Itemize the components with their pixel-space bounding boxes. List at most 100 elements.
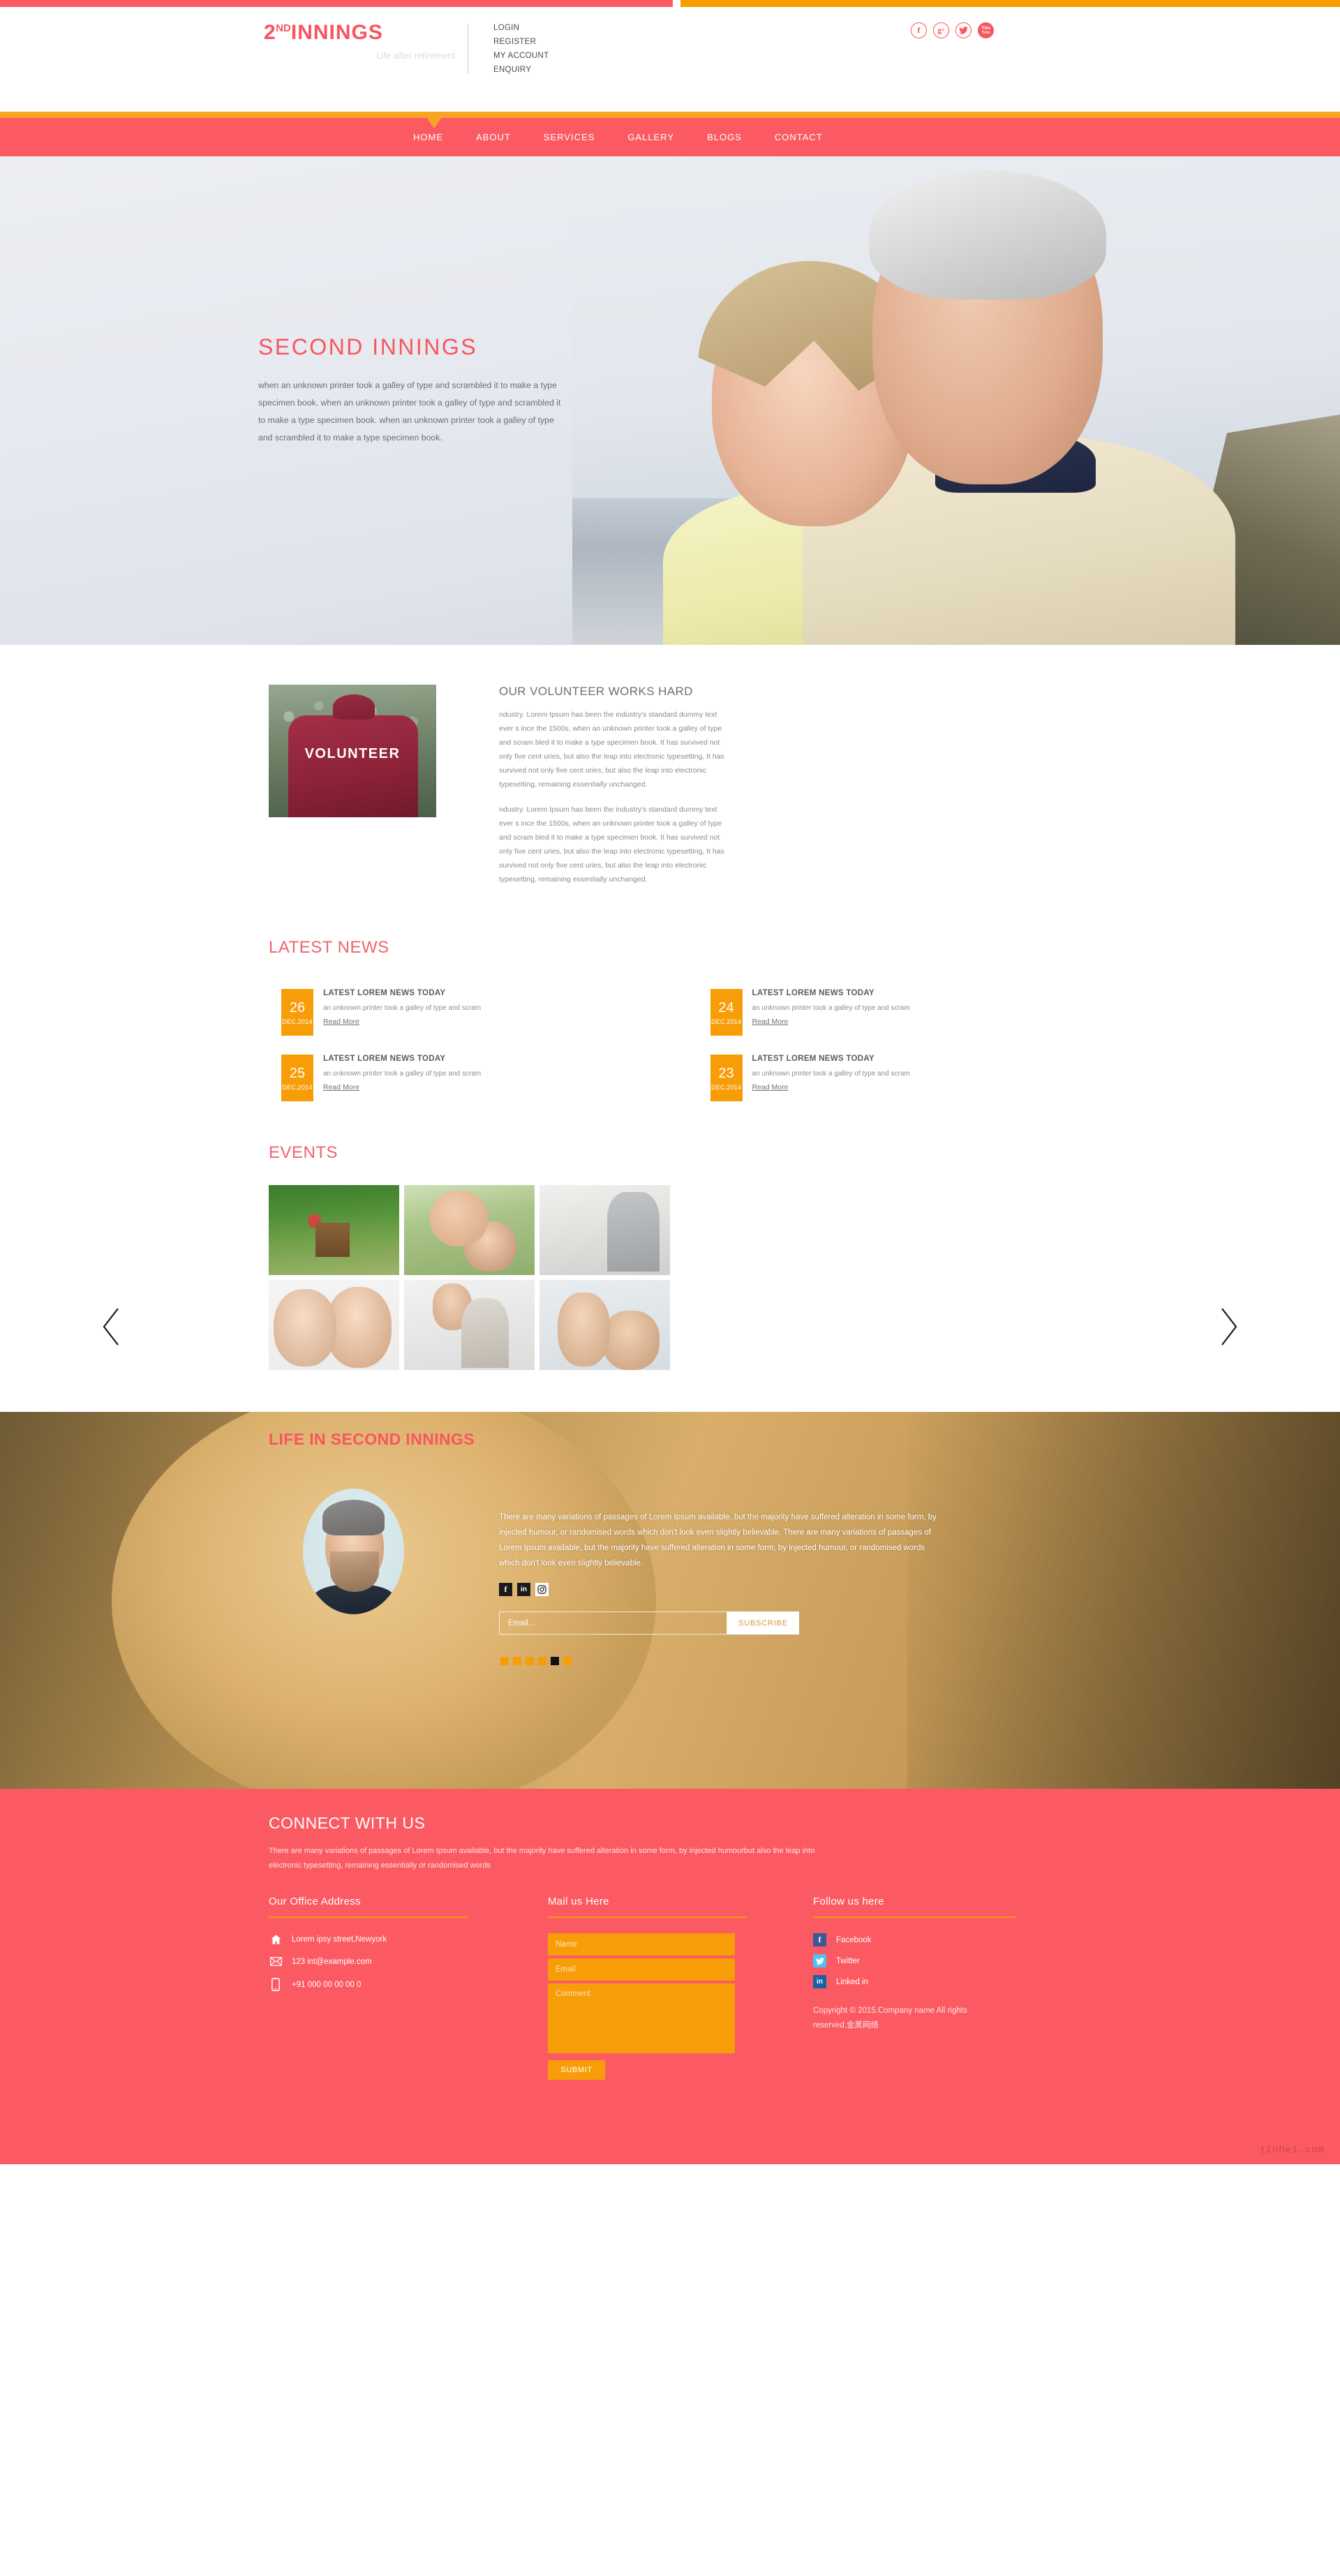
nav-label-contact[interactable]: CONTACT [775,132,823,142]
contact-form: SUBMIT [548,1933,813,2080]
footer-address-column: Our Office Address Lorem ipsy street,New… [269,1896,548,2080]
logo-word: INNINGS [290,21,383,44]
follow-link-twitter[interactable]: Twitter [813,1954,1043,1967]
volunteer-paragraph-2: ndustry. Lorem Ipsum has been the indust… [499,805,724,884]
nav-item-contact[interactable]: CONTACT [775,131,823,144]
footer-heading-underline [548,1916,747,1918]
news-title: LATEST LOREM NEWS TODAY [752,989,874,997]
news-day: 25 [289,1065,306,1081]
nav-item-about[interactable]: ABOUT [476,131,511,144]
nav-item-blogs[interactable]: BLOGS [707,131,742,144]
linkedin-icon[interactable]: in [517,1583,530,1596]
subscribe-email-input[interactable] [499,1611,727,1635]
events-next-arrow-icon[interactable] [1218,1307,1239,1346]
footer-intro-text: There are many variations of passages of… [269,1847,815,1870]
news-read-more-link[interactable]: Read More [323,1083,359,1092]
carousel-dot[interactable] [500,1657,509,1665]
submit-button[interactable]: SUBMIT [548,2060,605,2080]
phone-text: +91 000 00 00 00 0 [292,1980,362,1989]
nav-label-services[interactable]: SERVICES [544,132,595,142]
footer-title: CONNECT WITH US [269,1814,426,1832]
logo-numeral: 2 [264,21,276,44]
hero-banner: SECOND INNINGS when an unknown printer t… [0,156,1340,645]
nav-label-about[interactable]: ABOUT [476,132,511,142]
event-thumbnail[interactable] [539,1280,670,1370]
nav-top-accent-line [0,112,1340,118]
news-month: DEC,2014 [710,1083,742,1091]
news-read-more-link[interactable]: Read More [752,1083,789,1092]
testimonial-avatar [303,1489,404,1614]
footer-follow-column: Follow us here f Facebook Twitter in Lin… [813,1896,1043,2080]
event-thumbnail[interactable] [269,1280,399,1370]
nav-item-services[interactable]: SERVICES [544,131,595,144]
news-day: 26 [289,999,306,1015]
comment-textarea[interactable] [548,1983,735,2053]
site-watermark: jinhei.com [1258,2145,1325,2156]
account-link-enquiry[interactable]: ENQUIRY [493,65,549,75]
events-section: EVENTS [103,1143,1237,1370]
nav-label-home[interactable]: HOME [413,132,443,142]
address-line: 123 int@example.com [269,1957,548,1966]
event-thumbnail[interactable] [269,1185,399,1275]
news-excerpt: an unknown printer took a galley of type… [323,1004,482,1012]
news-day: 24 [718,999,734,1015]
news-item[interactable]: 25 DEC,2014 LATEST LOREM NEWS TODAY an u… [281,1055,653,1101]
carousel-dot[interactable] [563,1657,572,1665]
top-stripe-red [0,0,673,7]
news-excerpt: an unknown printer took a galley of type… [752,1070,910,1078]
follow-label-facebook: Facebook [836,1935,872,1944]
carousel-dot[interactable] [513,1657,521,1665]
main-navigation: HOME ABOUT SERVICES GALLERY BLOGS CONTAC… [0,117,1340,156]
site-logo[interactable]: 2NDINNINGS Life after retirement [258,22,468,61]
hero-paragraph: when an unknown printer took a galley of… [258,380,561,442]
carousel-dot-active[interactable] [551,1657,559,1665]
account-link-register[interactable]: REGISTER [493,37,549,47]
news-month: DEC,2014 [282,1018,313,1025]
news-date-badge: 24 DEC,2014 [710,989,743,1036]
news-excerpt: an unknown printer took a galley of type… [323,1070,482,1078]
volunteer-title: OUR VOLUNTEER WORKS HARD [499,685,693,698]
nav-item-gallery[interactable]: GALLERY [627,131,674,144]
news-item[interactable]: 26 DEC,2014 LATEST LOREM NEWS TODAY an u… [281,989,653,1036]
instagram-icon[interactable] [535,1583,549,1596]
footer-mail-heading: Mail us Here [548,1896,609,1907]
follow-label-twitter: Twitter [836,1956,860,1965]
home-icon [269,1934,283,1945]
news-read-more-link[interactable]: Read More [752,1018,789,1026]
nav-label-blogs[interactable]: BLOGS [707,132,742,142]
footer-heading-underline [813,1916,1015,1918]
news-item[interactable]: 23 DEC,2014 LATEST LOREM NEWS TODAY an u… [710,1055,1082,1101]
twitter-icon[interactable] [955,22,972,38]
subscribe-button[interactable]: SUBSCRIBE [727,1611,799,1635]
carousel-dot[interactable] [526,1657,534,1665]
site-header: 2NDINNINGS Life after retirement LOGIN R… [0,7,1340,112]
facebook-icon[interactable]: f [499,1583,512,1596]
youtube-icon[interactable]: You Tube [978,22,994,38]
news-date-badge: 25 DEC,2014 [281,1055,313,1101]
email-input[interactable] [548,1958,735,1981]
event-thumbnail[interactable] [404,1280,535,1370]
news-title: LATEST LOREM NEWS TODAY [323,1055,446,1063]
news-item[interactable]: 24 DEC,2014 LATEST LOREM NEWS TODAY an u… [710,989,1082,1036]
nav-label-gallery[interactable]: GALLERY [627,132,674,142]
news-read-more-link[interactable]: Read More [323,1018,359,1026]
latest-news-title: LATEST NEWS [269,938,389,957]
account-link-my-account[interactable]: MY ACCOUNT [493,51,549,61]
google-plus-icon[interactable]: g + [933,22,949,38]
twitter-icon [813,1954,826,1967]
name-input[interactable] [548,1933,735,1956]
hero-photo-senior-couple [572,156,1340,645]
header-social-links: f g + You Tube [911,22,1082,38]
facebook-icon[interactable]: f [911,22,927,38]
carousel-dot[interactable] [538,1657,546,1665]
follow-link-linkedin[interactable]: in Linked in [813,1975,1043,1988]
account-link-login[interactable]: LOGIN [493,23,549,33]
life-in-second-innings-section: LIFE IN SECOND INNINGS There are many va… [0,1412,1340,1789]
nav-item-home[interactable]: HOME [413,131,443,144]
volunteer-photo: VOLUNTEER [269,685,436,817]
footer-heading-underline [269,1916,468,1918]
events-prev-arrow-icon[interactable] [101,1307,122,1346]
event-thumbnail[interactable] [404,1185,535,1275]
event-thumbnail[interactable] [539,1185,670,1275]
follow-link-facebook[interactable]: f Facebook [813,1933,1043,1946]
